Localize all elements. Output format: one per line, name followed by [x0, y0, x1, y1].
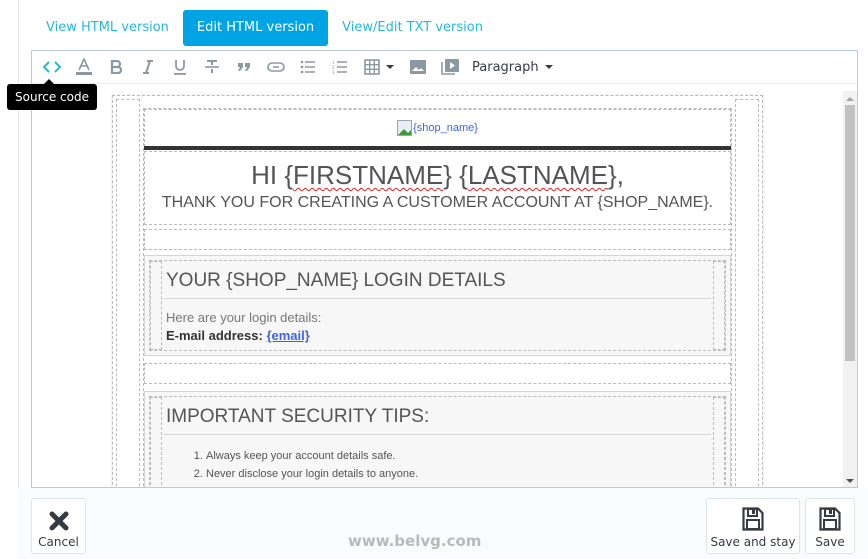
email-logo-row: {shop_name} [144, 109, 731, 147]
code-icon [43, 61, 61, 73]
login-intro: Here are your login details: [166, 310, 322, 325]
email-spacer [144, 229, 731, 250]
scroll-down-arrow-icon[interactable] [846, 479, 854, 483]
tips-panel-title: IMPORTANT SECURITY TIPS: [164, 403, 711, 435]
firstname-text: FIRSTNAME [293, 160, 444, 190]
tips-panel-left-gutter [150, 397, 162, 487]
tips-panel-inner: IMPORTANT SECURITY TIPS: Always keep you… [149, 396, 726, 487]
quote-icon [238, 63, 250, 71]
tab-view-edit-txt[interactable]: View/Edit TXT version [328, 10, 497, 46]
shop-logo-alt: {shop_name} [413, 122, 478, 134]
version-tabs: View HTML version Edit HTML version View… [32, 10, 497, 46]
save-icon [819, 507, 841, 531]
media-button[interactable] [434, 53, 466, 81]
italic-button[interactable] [132, 53, 164, 81]
login-panel-inner: YOUR {SHOP_NAME} LOGIN DETAILS Here are … [149, 260, 726, 351]
email-spacer [144, 363, 731, 384]
table-icon [364, 59, 380, 75]
scrollbar-thumb[interactable] [845, 105, 855, 361]
close-icon [49, 511, 68, 531]
form-footer: Cancel www.belvg.com Save and stay Save [18, 488, 868, 559]
image-icon [410, 60, 426, 74]
editor-content[interactable]: {shop_name} HI {FIRSTNAME} {LASTNAME}, T… [32, 85, 843, 487]
email-left-column [116, 99, 140, 487]
greeting-subtitle: THANK YOU FOR CREATING A CUSTOMER ACCOUN… [161, 194, 714, 211]
numbered-list-icon: 123 [332, 60, 347, 74]
tips-panel-body: Always keep your account details safe. N… [164, 437, 711, 483]
strikethrough-icon [205, 60, 219, 73]
text-color-button[interactable] [68, 53, 100, 81]
login-email-line: E-mail address: {email} [166, 327, 711, 345]
login-panel-right-gutter [713, 261, 725, 350]
table-button[interactable] [356, 53, 402, 81]
login-panel-left-gutter [150, 261, 162, 350]
email-greeting: HI {FIRSTNAME} {LASTNAME}, THANK YOU FOR… [144, 151, 731, 225]
blockquote-button[interactable] [228, 53, 260, 81]
svg-text:3: 3 [332, 70, 335, 74]
page-left-border [18, 0, 19, 488]
bullet-list-button[interactable] [292, 53, 324, 81]
tips-list: Always keep your account details safe. N… [166, 447, 711, 483]
greeting-heading: HI {FIRSTNAME} {LASTNAME}, [145, 160, 730, 190]
login-details-panel: YOUR {SHOP_NAME} LOGIN DETAILS Here are … [144, 255, 731, 356]
list-item: Always keep your account details safe. [206, 447, 711, 465]
save-and-stay-label: Save and stay [710, 535, 796, 549]
bold-button[interactable] [100, 53, 132, 81]
tab-edit-html[interactable]: Edit HTML version [182, 10, 329, 46]
security-tips-panel: IMPORTANT SECURITY TIPS: Always keep you… [144, 391, 731, 487]
format-select-value: Paragraph [472, 59, 539, 75]
underline-button[interactable] [164, 53, 196, 81]
text-color-icon [76, 58, 92, 75]
firstname-var: {FIRSTNAME} [284, 160, 452, 190]
scroll-up-arrow-icon[interactable] [846, 97, 854, 101]
editor-scrollbar[interactable] [843, 91, 857, 487]
bold-icon [110, 60, 122, 74]
editor-toolbar: 123 Paragraph [32, 51, 857, 84]
email-label: E-mail address: [166, 328, 263, 343]
bullet-list-icon [300, 60, 315, 74]
rich-text-editor: 123 Paragraph {shop_name} HI {FIRSTNAME}… [31, 50, 858, 488]
save-icon [742, 507, 764, 531]
source-code-button[interactable] [36, 53, 68, 81]
save-label: Save [815, 535, 845, 549]
media-icon [441, 59, 459, 75]
link-icon [267, 62, 285, 72]
broken-image-icon [397, 120, 413, 136]
tab-view-html[interactable]: View HTML version [32, 10, 183, 46]
greeting-prefix: HI [251, 160, 278, 190]
lastname-var: {LASTNAME} [459, 160, 617, 190]
greeting-suffix: , [616, 160, 624, 190]
cancel-label: Cancel [38, 535, 79, 549]
shop-logo[interactable]: {shop_name} [397, 120, 478, 136]
numbered-list-button[interactable]: 123 [324, 53, 356, 81]
email-link[interactable]: {email} [266, 328, 309, 343]
list-item: Never disclose your login details to any… [206, 465, 711, 483]
login-panel-title: YOUR {SHOP_NAME} LOGIN DETAILS [164, 267, 711, 299]
format-select[interactable]: Paragraph [466, 60, 559, 75]
link-button[interactable] [260, 53, 292, 81]
strikethrough-button[interactable] [196, 53, 228, 81]
cancel-button[interactable]: Cancel [31, 498, 86, 554]
chevron-down-icon [544, 65, 553, 69]
italic-icon [143, 60, 153, 74]
save-and-stay-button[interactable]: Save and stay [706, 498, 800, 554]
email-template: {shop_name} HI {FIRSTNAME} {LASTNAME}, T… [112, 95, 763, 487]
tips-panel-right-gutter [713, 397, 725, 487]
underline-icon [174, 60, 186, 75]
email-center-column: {shop_name} HI {FIRSTNAME} {LASTNAME}, T… [143, 108, 732, 487]
lastname-text: LASTNAME [467, 160, 608, 190]
login-panel-body: Here are your login details: E-mail addr… [164, 301, 711, 345]
save-button[interactable]: Save [805, 498, 855, 554]
watermark: www.belvg.com [348, 532, 482, 550]
image-button[interactable] [402, 53, 434, 81]
chevron-down-icon [386, 65, 394, 69]
email-header-divider [144, 146, 731, 150]
email-right-column [735, 99, 759, 487]
source-code-tooltip: Source code [7, 79, 97, 110]
